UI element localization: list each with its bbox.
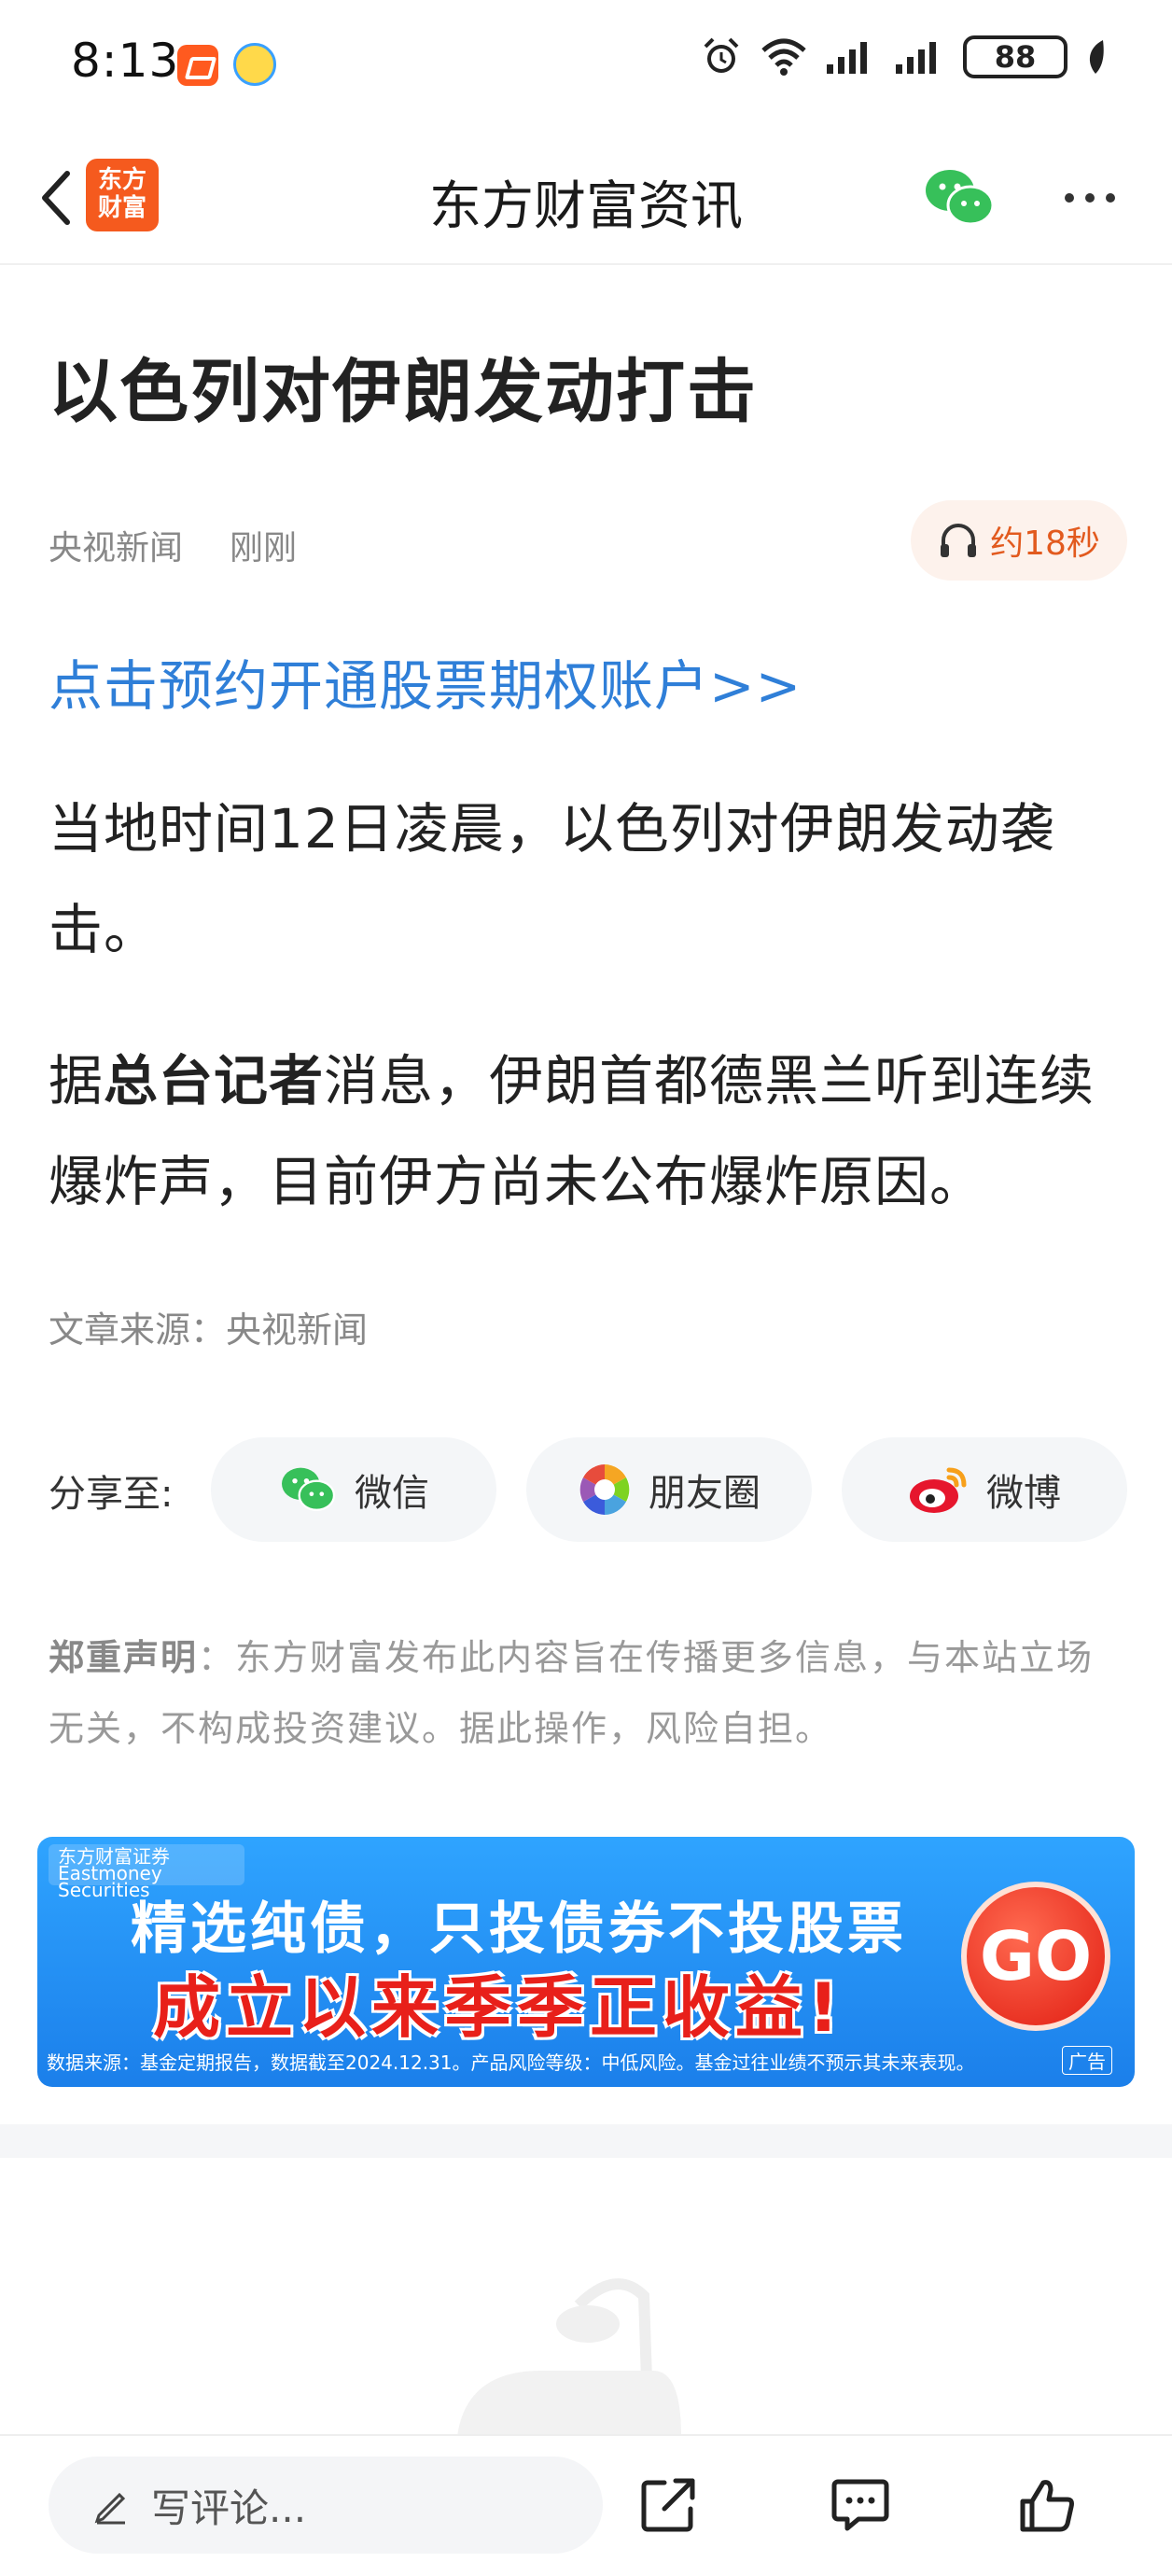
signal-icon bbox=[827, 42, 867, 74]
para2-bold: 总台记者 bbox=[104, 1049, 325, 1113]
pencil-icon bbox=[94, 2492, 126, 2525]
comments-button[interactable] bbox=[825, 2470, 896, 2541]
notification-app-icon-2 bbox=[233, 43, 276, 86]
weibo-icon bbox=[910, 1467, 967, 1513]
disclaimer-text: ：东方财富发布此内容旨在传播更多信息，与本站立场无关，不构成投资建议。据此操作，… bbox=[49, 1637, 1095, 1749]
back-button[interactable] bbox=[22, 159, 90, 237]
promo-link[interactable]: 点击预约开通股票期权账户>> bbox=[49, 642, 802, 721]
disclaimer: 郑重声明：东方财富发布此内容旨在传播更多信息，与本站立场无关，不构成投资建议。据… bbox=[49, 1622, 1131, 1764]
para2-prefix: 据 bbox=[49, 1049, 105, 1113]
wechat-icon bbox=[282, 1467, 336, 1511]
loading-illustration bbox=[457, 2278, 681, 2436]
page-title: 东方财富资讯 bbox=[429, 176, 743, 237]
wifi-icon bbox=[761, 38, 806, 76]
wechat-icon bbox=[926, 170, 995, 226]
comment-placeholder: 写评论... bbox=[151, 2485, 307, 2531]
ad-brand: 东方财富证券 Eastmoney Securities bbox=[49, 1844, 244, 1899]
share-button[interactable] bbox=[633, 2470, 704, 2541]
article-title: 以色列对伊朗发动打击 bbox=[49, 352, 758, 432]
status-icons: 88 bbox=[700, 35, 1107, 78]
article-paragraph-2: 据总台记者消息，伊朗首都德黑兰听到连续爆炸声，目前伊方尚未公布爆炸原因。 bbox=[49, 1030, 1131, 1232]
more-dot-icon bbox=[1065, 193, 1074, 203]
share-icon bbox=[641, 2478, 695, 2532]
notification-app-icon bbox=[177, 45, 218, 86]
ad-banner[interactable]: 东方财富证券 Eastmoney Securities 精选纯债，只投债券不投股… bbox=[37, 1837, 1135, 2087]
like-button[interactable] bbox=[1012, 2470, 1082, 2541]
signal-icon-2 bbox=[896, 42, 936, 74]
comment-icon bbox=[831, 2479, 889, 2531]
alarm-icon bbox=[704, 37, 739, 73]
article-source[interactable]: 央视新闻 bbox=[49, 521, 183, 569]
thumbs-up-icon bbox=[1020, 2480, 1074, 2532]
comment-input[interactable]: 写评论... bbox=[49, 2457, 603, 2554]
share-moments-button[interactable]: 朋友圈 bbox=[526, 1437, 812, 1542]
chevron-left-icon bbox=[42, 171, 70, 225]
section-divider bbox=[0, 2124, 1172, 2158]
battery-indicator: 88 bbox=[963, 35, 1067, 78]
nav-header: 东方 财富 东方财富资讯 bbox=[0, 131, 1172, 265]
logo-line2: 财富 bbox=[97, 194, 146, 222]
share-weibo-label: 微博 bbox=[986, 1472, 1061, 1515]
more-dot-icon bbox=[1085, 193, 1095, 203]
share-weibo-button[interactable]: 微博 bbox=[842, 1437, 1127, 1542]
leaf-icon bbox=[1089, 40, 1104, 74]
brand-logo[interactable]: 东方 财富 bbox=[86, 159, 159, 231]
listen-button[interactable]: 约18秒 bbox=[911, 500, 1127, 581]
more-dot-icon bbox=[1106, 193, 1115, 203]
status-time: 8:13 bbox=[71, 34, 180, 88]
share-label: 分享至: bbox=[49, 1473, 174, 1516]
ad-tag: 广告 bbox=[1062, 2046, 1112, 2075]
headphones-icon bbox=[941, 524, 977, 557]
ad-go-button[interactable]: GO bbox=[961, 1882, 1110, 2031]
ad-subheadline: 成立以来季季正收益! bbox=[153, 1968, 844, 2047]
moments-icon bbox=[579, 1464, 630, 1515]
share-moments-label: 朋友圈 bbox=[649, 1472, 760, 1515]
wechat-share-button[interactable] bbox=[922, 164, 997, 231]
listen-duration: 约18秒 bbox=[990, 525, 1100, 563]
more-options-button[interactable] bbox=[1051, 164, 1129, 231]
logo-line1: 东方 bbox=[97, 166, 146, 194]
share-wechat-label: 微信 bbox=[355, 1472, 429, 1515]
share-wechat-button[interactable]: 微信 bbox=[211, 1437, 496, 1542]
article-source-line: 文章来源：央视新闻 bbox=[49, 1309, 369, 1351]
ad-footnote: 数据来源：基金定期报告，数据截至2024.12.31。产品风险等级：中低风险。基… bbox=[47, 2051, 975, 2074]
status-bar: 8:13 88 bbox=[0, 0, 1172, 131]
disclaimer-title: 郑重声明 bbox=[49, 1637, 199, 1678]
bottom-bar: 写评论... bbox=[0, 2434, 1172, 2576]
article-time: 刚刚 bbox=[230, 529, 298, 567]
article-paragraph-1: 当地时间12日凌晨，以色列对伊朗发动袭击。 bbox=[49, 797, 1055, 961]
